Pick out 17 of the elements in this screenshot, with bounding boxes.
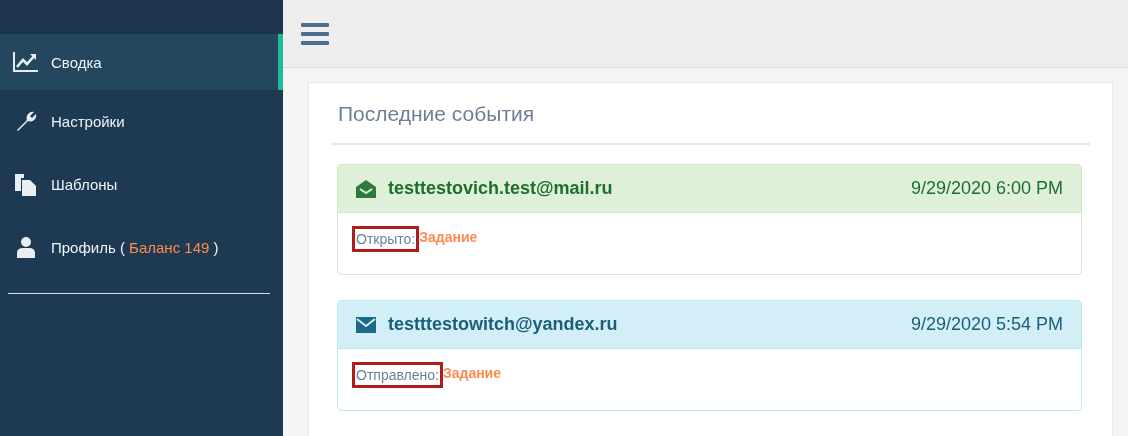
open-envelope-icon — [356, 179, 376, 198]
event-status: Отправлено: — [352, 362, 443, 388]
menu-button[interactable] — [301, 21, 329, 46]
event-time: 9/29/2020 5:54 PM — [910, 314, 1063, 335]
panel-title: Последние события — [338, 102, 536, 126]
event-email: testtestovich.test@mail.ru — [388, 178, 613, 199]
event-email: testttestowitch@yandex.ru — [388, 314, 618, 335]
chart-icon — [13, 51, 39, 73]
sidebar-item[interactable]: Шаблоны — [0, 153, 283, 216]
sidebar-item[interactable]: Сводка — [0, 34, 283, 90]
envelope-icon — [356, 316, 376, 333]
event-status: Открыто: — [352, 226, 420, 252]
documents-icon — [13, 172, 39, 197]
menu-icon — [301, 21, 329, 46]
sidebar-item[interactable]: Настройки — [0, 90, 283, 153]
event-time: 9/29/2020 6:00 PM — [910, 178, 1063, 199]
sidebar-item[interactable]: Профиль ( Баланс 149 ) — [0, 216, 283, 279]
